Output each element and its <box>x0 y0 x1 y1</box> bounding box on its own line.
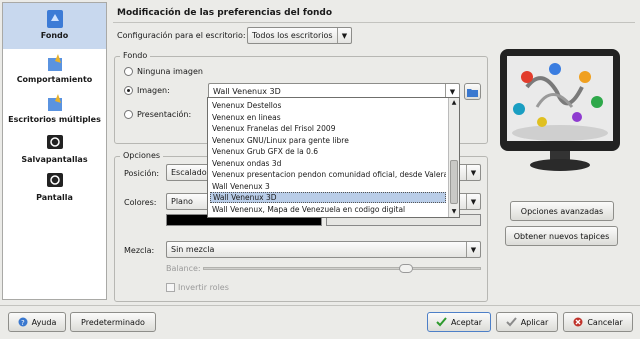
dropdown-item[interactable]: Venenux presentacion pendon comunidad of… <box>210 169 446 180</box>
dropdown-item[interactable]: Venenux GNU/Linux para gente libre <box>210 135 446 146</box>
sidebar-item-escritorios[interactable]: Escritorios múltiples <box>3 93 106 129</box>
radio-presentation-label: Presentación: <box>137 110 192 119</box>
default-button[interactable]: Predeterminado <box>70 312 156 332</box>
config-label: Configuración para el escritorio: <box>117 31 246 40</box>
image-dropdown-list[interactable]: Venenux Destellos Venenux en lineas Venenu… <box>207 97 460 218</box>
radio-presentation[interactable] <box>124 110 133 119</box>
cancel-button[interactable]: Cancelar <box>563 312 633 332</box>
screensaver-icon <box>45 133 65 153</box>
cancel-icon <box>573 317 583 327</box>
multiple-desktops-icon <box>45 93 65 113</box>
image-select-value: Wall Venenux 3D <box>213 87 281 96</box>
opciones-group-title: Opciones <box>120 151 164 160</box>
default-label: Predeterminado <box>81 317 145 327</box>
get-new-wallpapers-button[interactable]: Obtener nuevos tapices <box>505 226 618 246</box>
advanced-options-label: Opciones avanzadas <box>520 206 604 216</box>
folder-icon <box>467 88 478 97</box>
sidebar-item-label: Salvapantallas <box>21 155 88 164</box>
dropdown-item[interactable]: Wall Venenux, Mapa de Venezuela en codig… <box>210 204 446 215</box>
sidebar-item-pantalla[interactable]: Pantalla <box>3 171 106 207</box>
colors-select-value: Plano <box>171 197 193 206</box>
dropdown-scrollbar[interactable]: ▲ ▼ <box>448 98 459 217</box>
accept-button[interactable]: Aceptar <box>427 312 491 332</box>
chevron-down-icon: ▼ <box>337 28 351 43</box>
dropdown-item[interactable]: Venenux ondas 3d <box>210 158 446 169</box>
scroll-thumb[interactable] <box>450 160 458 204</box>
balance-label: Balance: <box>166 264 201 273</box>
background-icon <box>45 9 65 29</box>
mezcla-select-value: Sin mezcla <box>171 245 215 254</box>
position-select-value: Escalado <box>171 168 207 177</box>
sidebar-item-label: Escritorios múltiples <box>8 115 101 124</box>
colors-label: Colores: <box>124 198 157 207</box>
dropdown-item[interactable]: Venenux en lineas <box>210 112 446 123</box>
monitor-icon <box>500 49 620 171</box>
get-new-wallpapers-label: Obtener nuevos tapices <box>513 231 610 241</box>
page-title: Modificación de las preferencias del fon… <box>117 8 333 18</box>
sidebar-item-comportamiento[interactable]: Comportamiento <box>3 53 106 93</box>
chevron-down-icon: ▼ <box>466 165 480 180</box>
open-file-button[interactable] <box>464 83 481 100</box>
dropdown-item[interactable]: Venenux Destellos <box>210 100 446 111</box>
sidebar-item-label: Comportamiento <box>16 75 93 84</box>
monitor-preview <box>497 47 623 175</box>
desktop-select-value: Todos los escritorios <box>252 31 333 40</box>
balance-slider[interactable] <box>203 264 481 273</box>
balance-slider-handle[interactable] <box>399 264 413 273</box>
radio-no-image-label: Ninguna imagen <box>137 67 203 76</box>
checkmark-icon <box>505 317 517 327</box>
invert-checkbox[interactable] <box>166 283 175 292</box>
advanced-options-button[interactable]: Opciones avanzadas <box>510 201 614 221</box>
svg-text:?: ? <box>21 319 25 327</box>
behavior-icon <box>45 53 65 73</box>
sidebar-item-salvapantallas[interactable]: Salvapantallas <box>3 133 106 169</box>
apply-button[interactable]: Aplicar <box>496 312 558 332</box>
help-icon: ? <box>18 317 28 327</box>
chevron-down-icon: ▼ <box>466 194 480 209</box>
checkmark-icon <box>436 317 447 327</box>
scroll-up-icon[interactable]: ▲ <box>450 99 458 107</box>
radio-image-label: Imagen: <box>137 86 170 95</box>
invert-label: Invertir roles <box>178 283 229 292</box>
sidebar-item-label: Pantalla <box>36 193 73 202</box>
help-button[interactable]: ? Ayuda <box>8 312 66 332</box>
mezcla-label: Mezcla: <box>124 246 155 255</box>
sidebar-item-fondo[interactable]: Fondo <box>3 3 106 49</box>
accept-label: Aceptar <box>450 317 483 327</box>
dropdown-item[interactable]: Venenux Grub GFX de la 0.6 <box>210 146 446 157</box>
sidebar: Fondo Comportamiento Escritorios múltipl… <box>2 2 107 300</box>
chevron-down-icon: ▼ <box>466 242 480 257</box>
mezcla-select[interactable]: Sin mezcla ▼ <box>166 241 481 258</box>
dropdown-item[interactable]: Wall Venenux 3D <box>210 192 446 203</box>
help-label: Ayuda <box>31 317 57 327</box>
radio-no-image[interactable] <box>124 67 133 76</box>
cancel-label: Cancelar <box>587 317 623 327</box>
dropdown-item[interactable]: Venenux Franelas del Frisol 2009 <box>210 123 446 134</box>
scroll-down-icon[interactable]: ▼ <box>450 208 458 216</box>
fondo-group-title: Fondo <box>120 51 151 60</box>
radio-image[interactable] <box>124 86 133 95</box>
dropdown-item[interactable]: Wall Venenux 3 <box>210 181 446 192</box>
apply-label: Aplicar <box>520 317 549 327</box>
desktop-select[interactable]: Todos los escritorios ▼ <box>247 27 352 44</box>
sidebar-item-label: Fondo <box>40 31 69 40</box>
display-icon <box>45 171 65 191</box>
position-label: Posición: <box>124 169 160 178</box>
